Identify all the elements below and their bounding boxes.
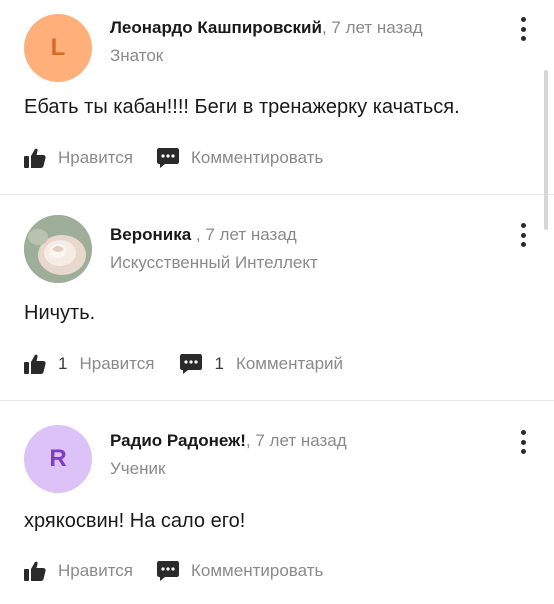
comment-text: Ебать ты кабан!!!! Беги в тренажерку кач… bbox=[24, 96, 460, 118]
comment-text: Ничуть. bbox=[24, 302, 96, 324]
like-count: 1 bbox=[58, 354, 68, 373]
author-rank: Искусственный Интеллект bbox=[110, 253, 318, 272]
avatar-rose-image bbox=[24, 215, 92, 283]
comment-count: 1 bbox=[214, 354, 224, 373]
comment-card: L Леонардо Кашпировский, 7 лет назад Зна… bbox=[0, 0, 554, 195]
comment-card: Вероника , 7 лет назад Искусственный Инт… bbox=[0, 195, 554, 401]
avatar[interactable]: L bbox=[24, 14, 92, 82]
comment-actions: Нравится Комментировать bbox=[24, 560, 347, 582]
separator: , bbox=[191, 225, 201, 244]
comment-header: Вероника , 7 лет назад Искусственный Инт… bbox=[110, 225, 318, 273]
comment-header: Леонардо Кашпировский, 7 лет назад Знато… bbox=[110, 18, 423, 66]
like-button[interactable]: Нравится bbox=[24, 560, 133, 582]
author-name[interactable]: Леонардо Кашпировский bbox=[110, 18, 322, 37]
comment-bubble-icon bbox=[157, 147, 180, 169]
thumbs-up-icon bbox=[24, 353, 46, 375]
comment-header: Радио Радонеж!, 7 лет назад Ученик bbox=[110, 431, 347, 479]
comment-bubble-icon bbox=[180, 353, 203, 375]
scrollbar[interactable] bbox=[544, 70, 548, 230]
avatar[interactable] bbox=[24, 215, 92, 283]
like-label: Нравится bbox=[58, 148, 134, 167]
comment-label: Комментарий bbox=[235, 354, 344, 373]
comment-button[interactable]: 1 Комментарий bbox=[180, 353, 343, 375]
author-name[interactable]: Вероника bbox=[110, 225, 191, 244]
more-vertical-icon[interactable] bbox=[520, 17, 526, 41]
comment-label: Комментировать bbox=[191, 561, 324, 580]
comment-button[interactable]: Комментировать bbox=[157, 560, 323, 582]
comment-card: R Радио Радонеж!, 7 лет назад Ученик хря… bbox=[0, 401, 554, 604]
like-label: Нравится bbox=[58, 561, 134, 580]
comment-text: хрякосвин! На сало его! bbox=[24, 510, 246, 532]
separator: , bbox=[245, 431, 251, 450]
comment-time: 7 лет назад bbox=[255, 431, 347, 450]
comment-bubble-icon bbox=[157, 560, 180, 582]
thumbs-up-icon bbox=[24, 147, 46, 169]
comment-label: Комментировать bbox=[191, 148, 324, 167]
comment-time: 7 лет назад bbox=[205, 225, 297, 244]
author-name[interactable]: Радио Радонеж! bbox=[110, 431, 246, 450]
more-vertical-icon[interactable] bbox=[520, 430, 526, 454]
like-label: Нравится bbox=[79, 354, 155, 373]
comment-button[interactable]: Комментировать bbox=[157, 147, 323, 169]
comment-time: 7 лет назад bbox=[331, 18, 423, 37]
separator: , bbox=[321, 18, 327, 37]
comment-actions: 1 Нравится 1 Комментарий bbox=[24, 353, 367, 375]
avatar[interactable]: R bbox=[24, 425, 92, 493]
more-vertical-icon[interactable] bbox=[520, 223, 526, 247]
like-button[interactable]: Нравится bbox=[24, 147, 133, 169]
author-rank: Знаток bbox=[110, 46, 164, 65]
comment-actions: Нравится Комментировать bbox=[24, 147, 347, 169]
thumbs-up-icon bbox=[24, 560, 46, 582]
like-button[interactable]: 1 Нравится bbox=[24, 353, 154, 375]
author-rank: Ученик bbox=[110, 459, 166, 478]
